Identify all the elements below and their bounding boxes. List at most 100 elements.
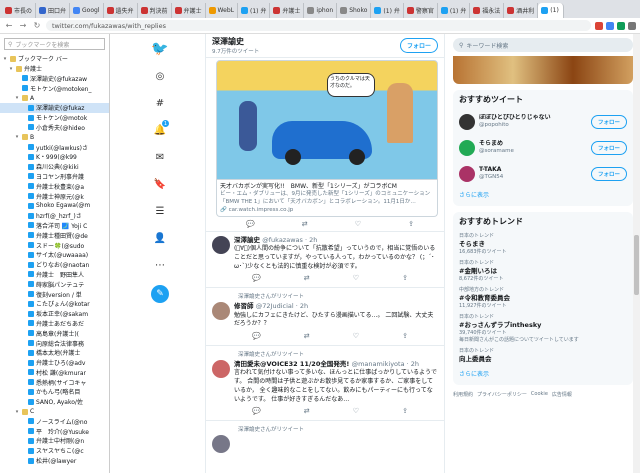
bookmark-item[interactable]: モトケン(@motok — [0, 113, 109, 123]
bookmark-item[interactable]: 高島章(弁護士)( — [0, 328, 109, 338]
bookmark-item[interactable]: 松井(@lawyer — [0, 456, 109, 466]
bookmark-item[interactable]: 弁護士中村剛(@n — [0, 436, 109, 446]
bookmark-item[interactable]: ノースライム(@no — [0, 416, 109, 426]
browser-tab[interactable]: iphon — [304, 3, 338, 18]
bookmark-item[interactable]: yutki(@lawkus)さ — [0, 142, 109, 152]
footer-link[interactable]: 広告情報 — [552, 391, 572, 398]
browser-tab[interactable]: (1) 弁 — [238, 3, 271, 18]
browser-tab[interactable]: (1) 弁 — [371, 3, 404, 18]
bookmark-item[interactable]: ▾ 弁護士 — [0, 64, 109, 74]
bookmarks-icon[interactable]: 🔖 — [150, 172, 170, 196]
notifications-bell-icon[interactable]: 🔔 1 — [150, 118, 170, 142]
twitter-bird-icon[interactable]: 🐦 — [150, 37, 170, 61]
media-thumbnail[interactable] — [453, 56, 633, 84]
browser-tab[interactable]: Shoko — [337, 3, 372, 18]
show-more-link[interactable]: さらに表示 — [459, 187, 627, 202]
retweet-icon[interactable]: ⇄ — [302, 220, 308, 228]
tweet-author[interactable]: 深澤諭史 @fukazawas · 2h — [234, 236, 438, 245]
expand-toggle-icon[interactable]: ▾ — [2, 56, 8, 62]
follow-button[interactable]: フォロー — [590, 115, 627, 129]
bookmark-item[interactable]: 弁護士ひろ(@adv — [0, 358, 109, 368]
bookmark-item[interactable]: 坂本正幸(@sakam — [0, 309, 109, 319]
bookmark-item[interactable]: 深澤諭史(@fukazaw — [0, 74, 109, 84]
tweet[interactable]: 深澤諭史さんがリツイート 清田愛未@VOICE32 11/20全国発売! @man… — [206, 345, 444, 420]
like-icon[interactable]: ♡ — [353, 332, 359, 340]
bookmark-item[interactable]: ▾ A — [0, 93, 109, 103]
share-icon[interactable]: ⇪ — [402, 332, 408, 340]
tweet[interactable]: 深澤諭史さんがリツイート 修習師 @72Judicial · 2h 勉強しにカフェに… — [206, 287, 444, 345]
reload-icon[interactable]: ↻ — [32, 21, 42, 30]
browser-tab[interactable]: 遺失弁 — [104, 3, 138, 18]
bookmark-item[interactable]: 深澤諭史(@fukaz — [0, 102, 109, 113]
reply-icon[interactable]: 💬 — [246, 220, 255, 228]
browser-tab[interactable]: 福永法 — [470, 3, 505, 18]
trend-item[interactable]: 日本のトレンド そらまき 16,683件のツイート — [459, 231, 627, 258]
browser-tab[interactable]: (1) — [538, 3, 565, 18]
bookmark-search-input[interactable]: ⚲ ブックマークを検索 — [4, 38, 105, 50]
bookmark-item[interactable]: 弁護士あだちあだ — [0, 319, 109, 329]
bookmark-item[interactable]: 向原総合法律事務 — [0, 338, 109, 348]
address-bar[interactable]: twitter.com/fukazawas/with_replies — [46, 20, 591, 31]
avatar[interactable] — [459, 140, 475, 156]
follow-button[interactable]: フォロー — [399, 38, 438, 53]
browser-tab[interactable]: 警察官 — [404, 3, 438, 18]
browser-tab[interactable]: (1) 弁 — [438, 3, 471, 18]
footer-link[interactable]: 利用規約 — [453, 391, 473, 398]
follow-button[interactable]: フォロー — [590, 141, 627, 155]
browser-tab[interactable]: 弁護士 — [172, 3, 206, 18]
bookmark-item[interactable]: Shoko Egawa(@m — [0, 201, 109, 211]
bookmark-item[interactable]: 弁護士種田賢(@de — [0, 230, 109, 240]
browser-tab[interactable]: WebL — [206, 3, 238, 18]
bookmark-item[interactable]: モトケン(@motoken_ — [0, 83, 109, 93]
trend-item[interactable]: 日本のトレンド #おっさんずラブinthesky 39,740件のツイート 毎日新聞さ… — [459, 312, 627, 346]
like-icon[interactable]: ♡ — [353, 407, 359, 415]
bookmark-item[interactable]: どりなお(@naotan — [0, 260, 109, 270]
bookmark-item[interactable]: 平 玲介(@Yusuke — [0, 426, 109, 436]
menu-icon[interactable] — [628, 21, 636, 30]
bookmark-item[interactable]: ヨコヤン刑事弁護 — [0, 172, 109, 182]
forward-icon[interactable]: → — [18, 21, 28, 30]
avatar[interactable] — [459, 166, 475, 182]
compose-tweet-icon[interactable]: ✎ — [151, 285, 169, 303]
avatar[interactable] — [212, 235, 230, 254]
bookmark-item[interactable]: 弁護士秋豊束(@a — [0, 181, 109, 191]
suggested-account[interactable]: T-TAKA @TGN54 フォロー — [459, 161, 627, 187]
bookmark-item[interactable]: SANO, Ayako/佐 — [0, 397, 109, 407]
bookmark-item[interactable]: 村松 謙(@kmurar — [0, 368, 109, 378]
suggested-account[interactable]: そらまめ @soramame フォロー — [459, 135, 627, 161]
trends-more-link[interactable]: さらに表示 — [459, 366, 627, 381]
retweet-icon[interactable]: ⇄ — [304, 332, 310, 340]
avatar[interactable] — [212, 435, 230, 454]
bookmark-item[interactable]: サイ太(@uwaaaa) — [0, 250, 109, 260]
browser-tab[interactable]: 弁護士 — [270, 3, 305, 18]
suggested-account[interactable]: ぽぽひとぴひとりじゃない @popohito フォロー — [459, 109, 627, 135]
link-card-image[interactable]: うちのクルマは天才なのだ。 — [216, 60, 438, 180]
like-icon[interactable]: ♡ — [353, 274, 359, 282]
bookmark-item[interactable]: 復刻version / 単 — [0, 289, 109, 299]
bookmark-item[interactable]: 小倉秀夫(@hideo — [0, 123, 109, 133]
bookmark-item[interactable]: 森川公典(@kiki — [0, 162, 109, 172]
trend-item[interactable]: 日本のトレンド 向上委員会 — [459, 346, 627, 366]
bookmark-item[interactable]: かもん弓(略名目 — [0, 387, 109, 397]
reply-icon[interactable]: 💬 — [252, 332, 261, 340]
avatar[interactable] — [459, 114, 475, 130]
expand-toggle-icon[interactable]: ▾ — [8, 66, 14, 72]
extension-icon[interactable] — [595, 21, 603, 30]
tweet[interactable]: 深澤諭史 @fukazawas · 2h (ﾟ∀ﾟ)個人間の紛争について「抗散希望… — [206, 230, 444, 287]
expand-toggle-icon[interactable]: ▾ — [14, 134, 20, 140]
link-card-text[interactable]: 天才バカボンが実写化!! BMW、新型「1シリーズ」がコラボCM ビー・エム・ダ… — [216, 180, 438, 217]
bookmark-item[interactable]: 蒔家脳パンテュテ — [0, 279, 109, 289]
browser-tab[interactable]: Googl — [70, 3, 104, 18]
bookmark-item[interactable]: 橋本太地(弁護士 — [0, 348, 109, 358]
bookmark-item[interactable]: hzrf(@_hzrf_)さ — [0, 211, 109, 221]
avatar[interactable] — [212, 302, 230, 321]
bookmark-item[interactable]: 悉熱柄(サイコキャ — [0, 377, 109, 387]
search-input[interactable]: ⚲ キーワード検索 — [453, 38, 633, 52]
browser-tab[interactable]: 酒井利 — [504, 3, 539, 18]
footer-link[interactable]: プライバシーポリシー — [477, 391, 527, 398]
bookmark-item[interactable]: 弁護士神原元(@k — [0, 191, 109, 201]
extension-icon[interactable] — [617, 21, 625, 30]
bookmark-item[interactable]: スヤスヤちこ(@c — [0, 446, 109, 456]
lists-icon[interactable]: ☰ — [150, 199, 170, 223]
like-icon[interactable]: ♡ — [355, 220, 361, 228]
